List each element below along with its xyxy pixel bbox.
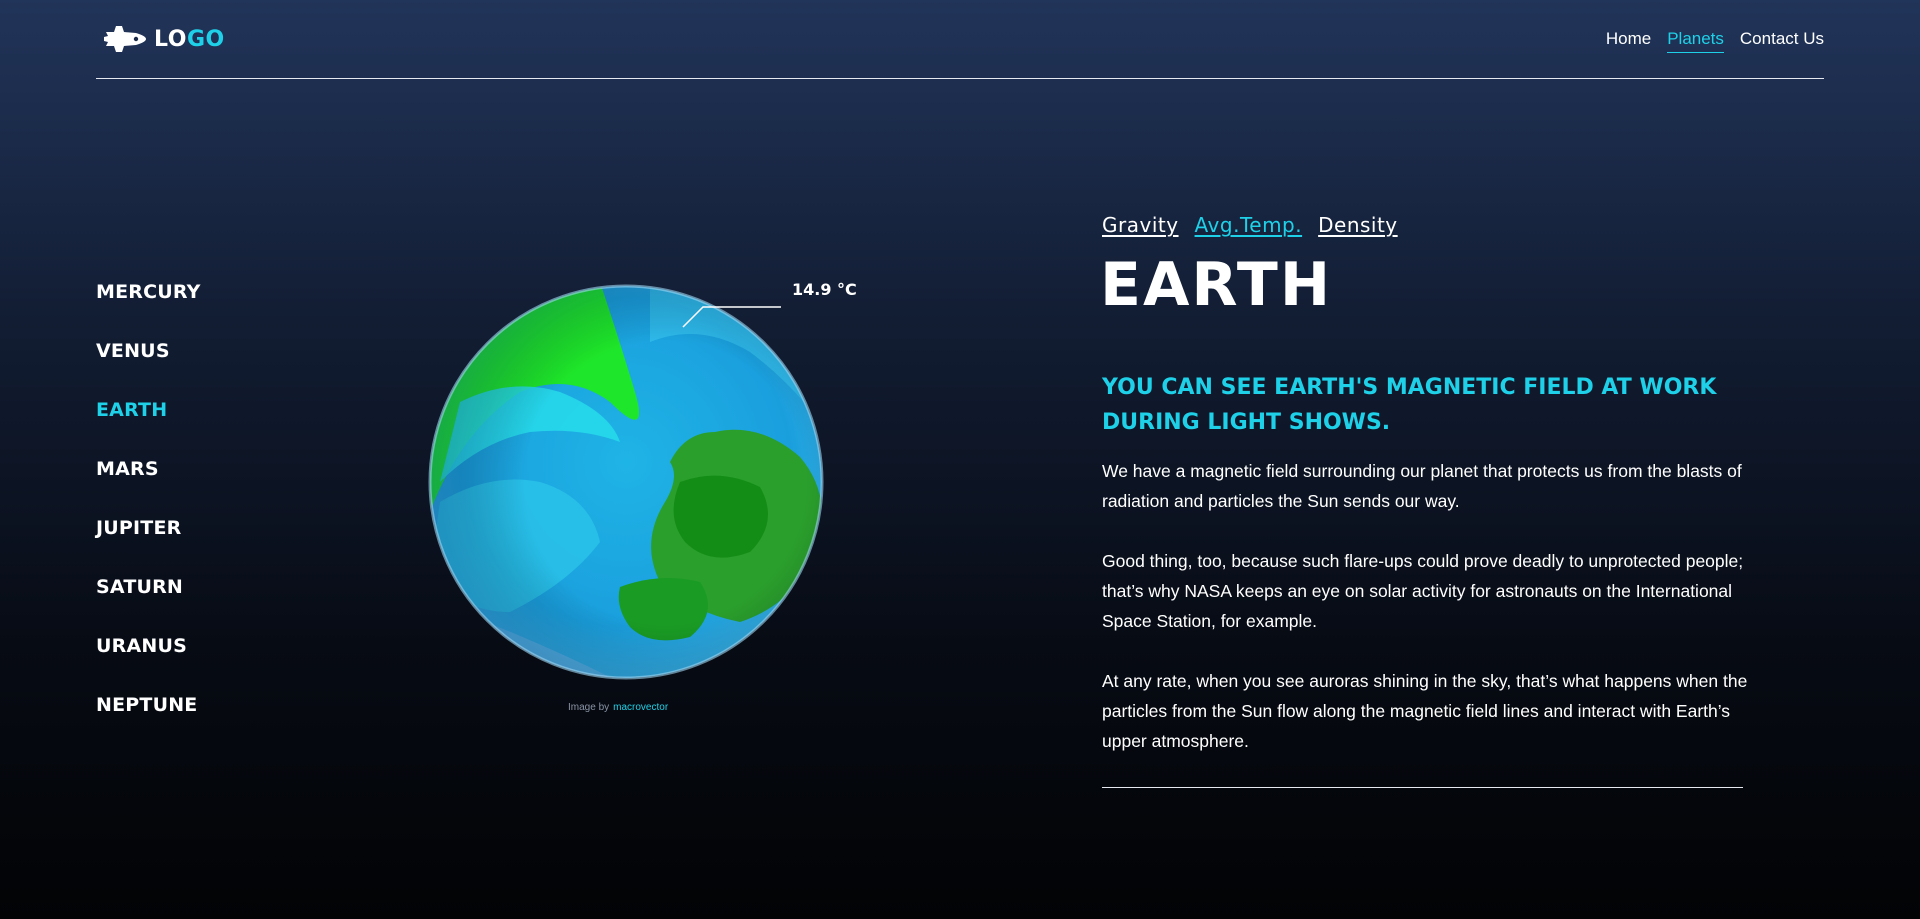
planet-item-earth[interactable]: EARTH [96,398,201,457]
logo-text: LOGO [154,27,225,52]
earth-globe-icon [428,284,824,680]
credit-link[interactable]: macrovector [613,702,668,713]
planet-item-venus[interactable]: VENUS [96,339,201,398]
tab-density[interactable]: Density [1318,213,1398,237]
site-header: LOGO Home Planets Contact Us [96,0,1824,79]
tab-avg-temp[interactable]: Avg.Temp. [1195,213,1303,237]
description-paragraph: Good thing, too, because such flare-ups … [1102,551,1744,631]
nav-planets[interactable]: Planets [1667,29,1724,53]
description-paragraph: We have a magnetic field surrounding our… [1102,461,1742,511]
nav-home[interactable]: Home [1606,29,1651,53]
logo[interactable]: LOGO [102,22,225,56]
logo-text-part2: GO [186,26,225,52]
planet-item-mercury[interactable]: MERCURY [96,280,201,339]
tab-gravity[interactable]: Gravity [1102,213,1179,237]
description-paragraph: At any rate, when you see auroras shinin… [1102,671,1748,751]
planet-item-saturn[interactable]: SATURN [96,575,201,634]
planet-item-jupiter[interactable]: JUPITER [96,516,201,575]
planet-item-neptune[interactable]: NEPTUNE [96,693,201,752]
space-shuttle-icon [104,26,146,52]
stat-tabs: Gravity Avg.Temp. Density [1102,213,1398,237]
image-credit: Image by macrovector [568,702,668,713]
planet-illustration [420,282,840,702]
planet-list: MERCURY VENUS EARTH MARS JUPITER SATURN … [96,280,201,752]
nav-contact-us[interactable]: Contact Us [1740,29,1824,53]
planet-item-uranus[interactable]: URANUS [96,634,201,693]
main-nav: Home Planets Contact Us [1606,29,1824,53]
logo-text-part1: LO [154,26,187,52]
planet-subheading: YOU CAN SEE EARTH'S MAGNETIC FIELD AT WO… [1102,375,1717,435]
planet-title: EARTH [1100,250,1333,320]
credit-prefix: Image by [568,702,610,713]
planet-description: We have a magnetic field surrounding our… [1102,456,1750,786]
temperature-label: 14.9 °C [792,280,857,299]
divider [1102,787,1743,788]
planet-item-mars[interactable]: MARS [96,457,201,516]
